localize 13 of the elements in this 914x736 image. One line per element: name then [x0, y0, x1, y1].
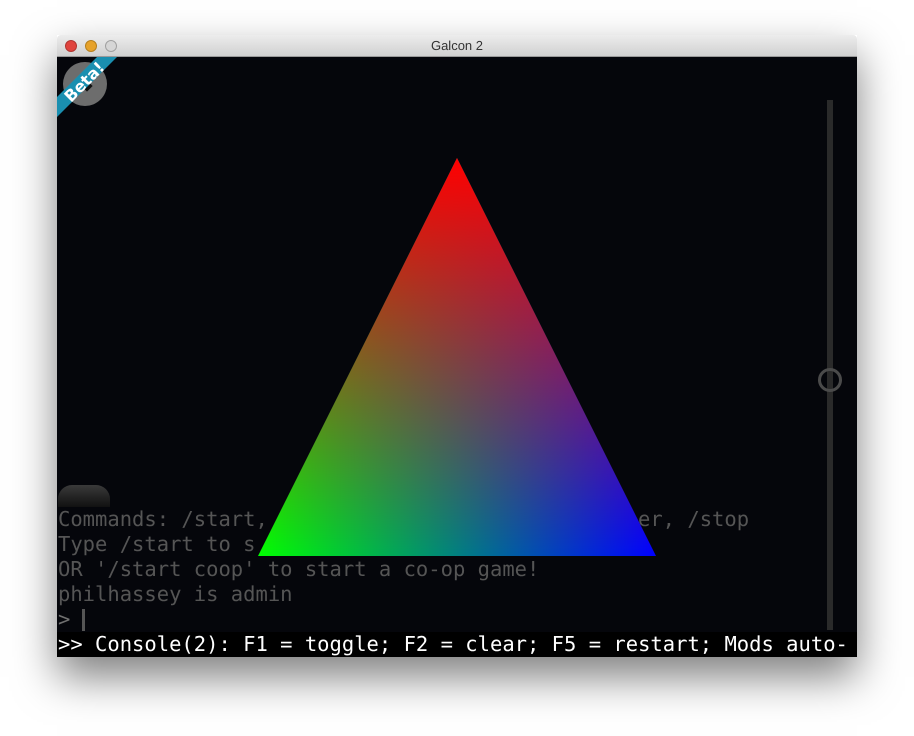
slider-thumb[interactable]: [818, 368, 842, 392]
zoom-button[interactable]: [105, 40, 117, 52]
minimize-button[interactable]: [85, 40, 97, 52]
window-title: Galcon 2: [430, 36, 484, 55]
console-line: er, /stop: [638, 507, 750, 532]
console-line: philhassey is admin: [58, 582, 292, 606]
console-prompt: >: [58, 607, 70, 632]
console-line: OR '/start coop' to start a co-op game!: [58, 557, 540, 581]
text-cursor: [82, 608, 86, 630]
close-button[interactable]: [65, 40, 77, 52]
console-line: Type /start to s: [58, 532, 256, 556]
rounded-panel: [58, 485, 110, 507]
console-line: Commands: /start,: [58, 507, 268, 531]
